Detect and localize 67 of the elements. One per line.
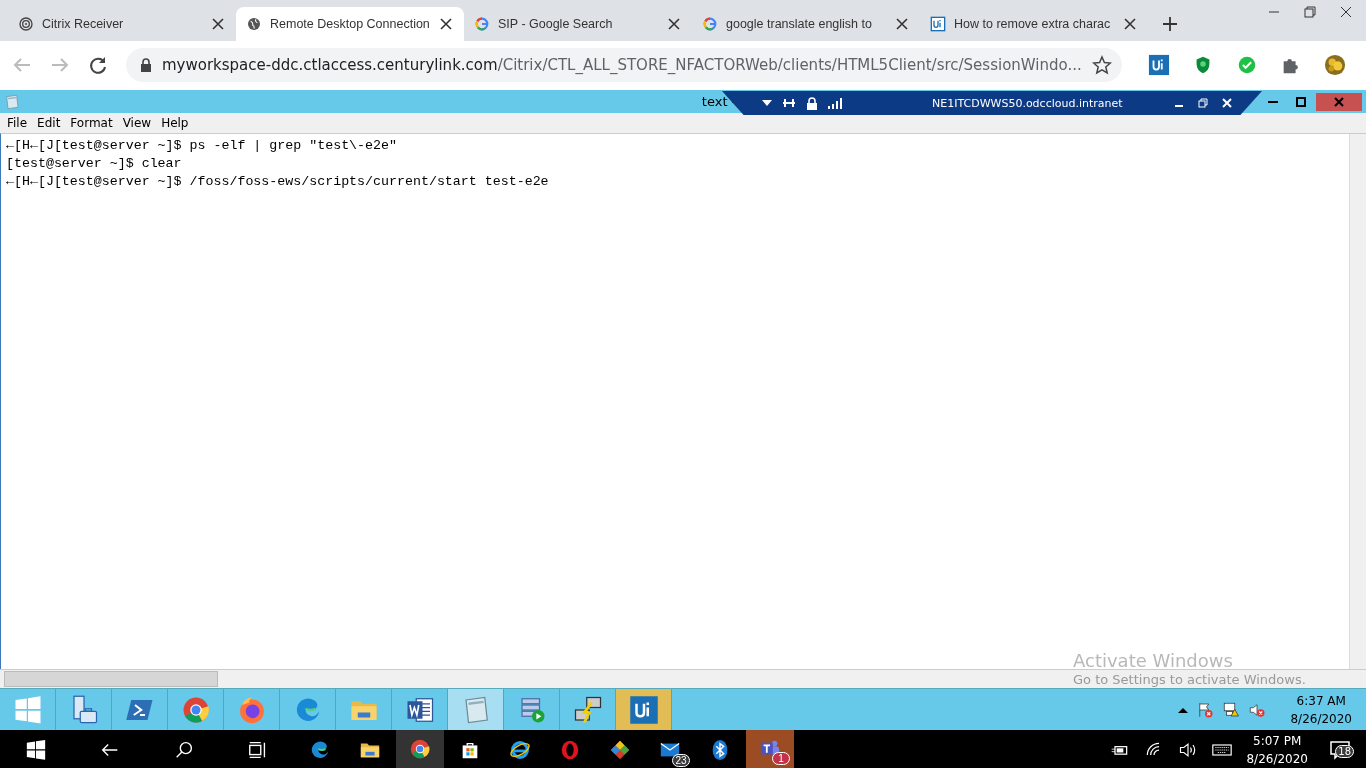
restore-icon[interactable] — [1304, 6, 1316, 18]
menu-item[interactable]: Edit — [32, 116, 66, 130]
lock-icon — [806, 96, 818, 110]
flag-error-icon — [1196, 700, 1215, 719]
menu-item[interactable]: Help — [156, 116, 194, 130]
close-icon — [1332, 95, 1345, 108]
chrome-icon — [409, 738, 431, 760]
close-icon[interactable] — [438, 16, 454, 32]
lock-icon — [140, 57, 152, 72]
close-icon[interactable] — [894, 16, 910, 32]
menu-item[interactable]: View — [117, 116, 157, 130]
clock-time: 5:07 PM — [1252, 733, 1303, 750]
count-badge: 1 — [772, 752, 790, 765]
linked-computers-icon — [572, 694, 603, 725]
close-icon[interactable] — [1122, 16, 1138, 32]
avatar-icon — [1323, 53, 1346, 76]
watermark-title: Activate Windows — [1073, 650, 1233, 672]
clock-date: 8/26/2020 — [1290, 710, 1352, 728]
network-warning-icon — [1222, 700, 1241, 719]
text-line: ←[H←[J[test@server ~]$ /foss/foss-ews/scripts/current/start test-e2e — [6, 173, 550, 191]
close-icon[interactable] — [210, 16, 226, 32]
watermark-subtitle: Go to Settings to activate Windows. — [1073, 672, 1306, 687]
caret-icon[interactable] — [762, 99, 772, 107]
ui-logo-icon — [1147, 53, 1170, 76]
ui-logo-icon — [930, 16, 946, 32]
plus-icon[interactable] — [1162, 16, 1178, 32]
chevron-icon[interactable] — [1178, 706, 1189, 713]
pin-icon[interactable] — [782, 97, 796, 109]
close-icon[interactable] — [1340, 6, 1352, 18]
count-badge: 23 — [672, 754, 690, 767]
count-badge: 18 — [1335, 745, 1354, 758]
ring-icon — [18, 16, 34, 32]
restore-icon[interactable] — [1198, 98, 1208, 108]
google-icon — [474, 16, 490, 32]
opera-icon — [559, 739, 581, 761]
google-icon — [702, 16, 718, 32]
edge-icon — [309, 739, 331, 761]
session-host: NE1ITCDWWS50.odccloud.intranet — [932, 96, 1123, 110]
star-icon[interactable] — [1091, 54, 1112, 75]
text-line: ←[H←[J[test@server ~]$ ps -elf | grep "test\-e2e" — [6, 137, 398, 155]
horizontal-scrollbar[interactable] — [0, 669, 1366, 688]
close-button[interactable] — [1315, 92, 1362, 111]
browser-tab[interactable]: SIP - Google Search — [464, 7, 692, 41]
browser-tab[interactable]: How to remove extra charac — [920, 7, 1148, 41]
text-line: [test@server ~]$ clear — [6, 155, 183, 173]
e-globe-icon — [509, 739, 531, 761]
diamond-icon — [609, 739, 631, 761]
globe-icon — [246, 16, 262, 32]
signal-icon — [828, 97, 842, 109]
menu-item[interactable]: Format — [65, 116, 118, 130]
taskbar-button[interactable] — [396, 730, 444, 768]
vertical-scrollbar[interactable] — [1349, 134, 1366, 669]
clock-time: 6:37 AM — [1295, 692, 1347, 710]
close-icon[interactable] — [666, 16, 682, 32]
browser-tab[interactable]: google translate english to — [692, 7, 920, 41]
clock-date: 8/26/2020 — [1246, 751, 1308, 768]
menu-item[interactable]: File — [2, 116, 33, 130]
ui-logo-icon — [628, 694, 659, 725]
browser-tab[interactable]: Citrix Receiver — [8, 7, 236, 41]
window-title: text - — [700, 94, 737, 109]
windows-logo-icon — [25, 739, 47, 761]
minimize-icon — [1267, 100, 1278, 103]
browser-tab[interactable]: Remote Desktop Connection — [236, 7, 464, 41]
notepad-icon — [4, 93, 20, 110]
maximize-icon — [1294, 95, 1307, 108]
taskbar-button[interactable]: 23 — [646, 730, 694, 768]
taskbar-button[interactable]: 1 — [746, 730, 794, 768]
